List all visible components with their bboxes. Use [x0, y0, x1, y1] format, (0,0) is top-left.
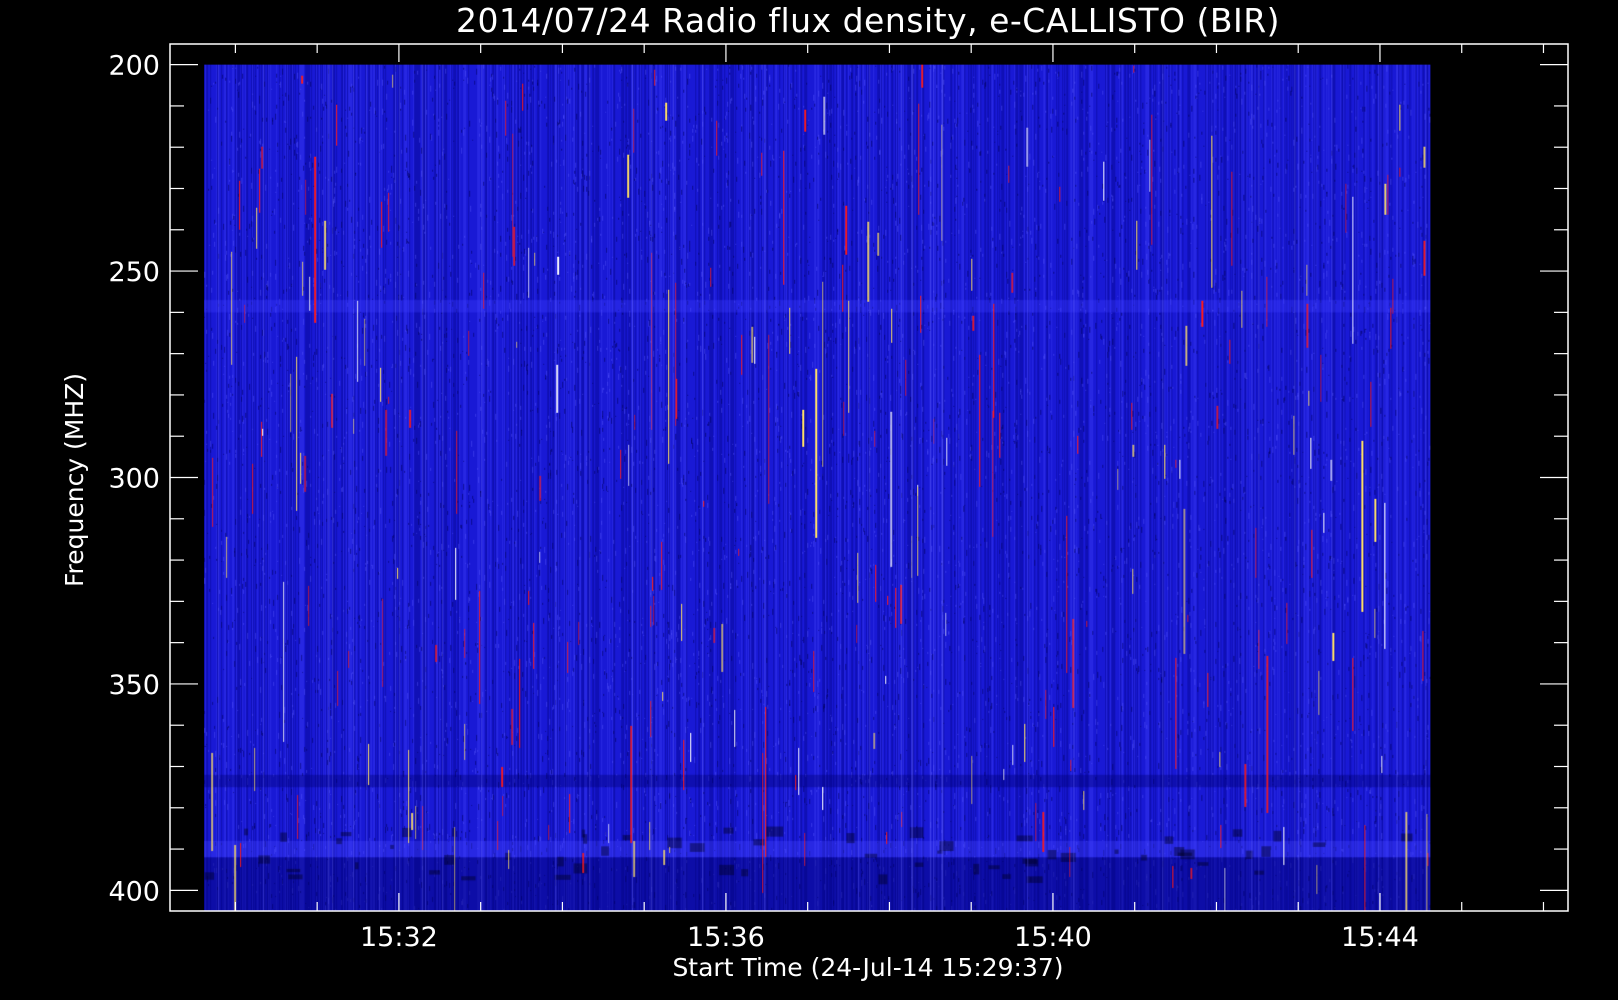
x-tick-label: 15:36 [687, 922, 765, 953]
x-tick-label: 15:44 [1341, 922, 1419, 953]
x-axis-label: Start Time (24-Jul-14 15:29:37) [672, 953, 1063, 982]
x-tick-label: 15:32 [360, 922, 438, 953]
y-axis-label: Frequency (MHZ) [60, 373, 89, 587]
y-tick-label: 400 [108, 876, 160, 907]
y-tick-label: 250 [108, 257, 160, 288]
y-tick-label: 200 [108, 51, 160, 82]
spectrogram-chart: 2014/07/24 Radio flux density, e-CALLIST… [0, 0, 1618, 1000]
spectrogram-image [204, 64, 1431, 911]
chart-title: 2014/07/24 Radio flux density, e-CALLIST… [456, 1, 1280, 40]
x-tick-label: 15:40 [1014, 922, 1092, 953]
y-tick-label: 300 [108, 464, 160, 495]
y-tick-label: 350 [108, 670, 160, 701]
